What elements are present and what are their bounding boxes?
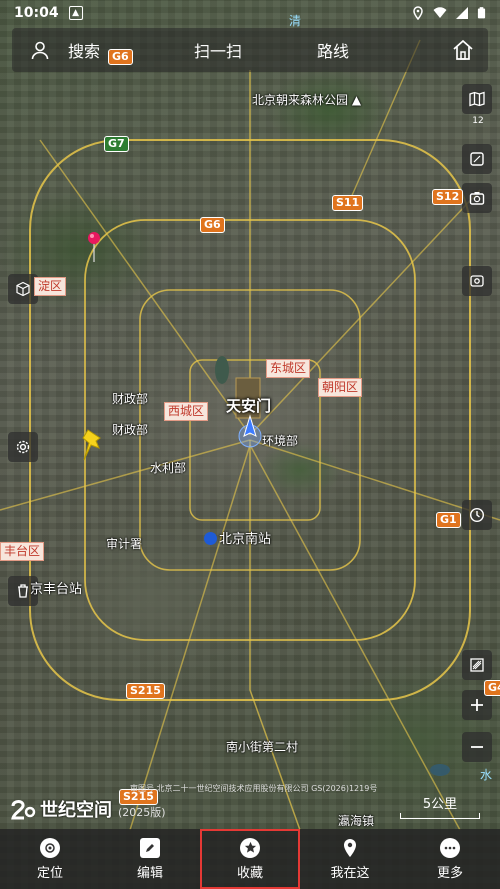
zoom-out-button[interactable] <box>462 732 492 762</box>
place-nanxiaojie[interactable]: 南小街第二村 <box>226 738 298 755</box>
highway-s11: S11 <box>332 195 364 211</box>
poi-finance-1[interactable]: 财政部 <box>112 390 148 407</box>
park-chaolai[interactable]: 北京朝来森林公园 ▲ <box>252 91 361 108</box>
nav-here-label: 我在这 <box>330 865 370 881</box>
scale-label: 5公里 <box>422 797 458 812</box>
label-qing: 清 <box>289 14 302 28</box>
district-dongcheng[interactable]: 东城区 <box>266 359 311 378</box>
location-icon <box>413 6 423 20</box>
brand-version: (2025版) <box>118 806 166 819</box>
history-button[interactable] <box>462 500 492 530</box>
status-time: 10:04 <box>14 5 59 21</box>
clock-icon <box>469 507 485 523</box>
highway-s215-a: S215 <box>126 683 165 699</box>
nav-more-label: 更多 <box>436 865 463 881</box>
highway-s12: S12 <box>432 189 464 205</box>
station-beijing-south[interactable]: 北京南站 <box>204 528 271 547</box>
minus-icon <box>471 746 483 748</box>
district-chaoyang[interactable]: 朝阳区 <box>318 378 363 397</box>
pin-icon <box>340 838 360 858</box>
ruler-icon <box>470 658 484 672</box>
scan-button[interactable]: 扫一扫 <box>158 28 278 72</box>
highway-g1: G1 <box>436 512 461 528</box>
bottom-nav: 定位 编辑 收藏 我在这 更多 <box>0 829 500 889</box>
red-marker-pin[interactable] <box>86 230 102 262</box>
copyright-notice: 审图号 北京二十一世纪空间技术应用股份有限公司 GS(2026)1219号 <box>130 784 378 793</box>
district-fengtai[interactable]: 丰台区 <box>0 542 45 561</box>
nav-edit[interactable]: 编辑 <box>100 829 200 889</box>
scale-bar: 5公里 <box>400 793 480 819</box>
scale-line <box>400 813 480 819</box>
settings-button[interactable] <box>8 432 38 462</box>
user-button[interactable] <box>12 28 68 72</box>
screenshot-button[interactable] <box>462 183 492 213</box>
highway-g6: G6 <box>200 217 225 233</box>
district-xicheng[interactable]: 西城区 <box>164 402 209 421</box>
locate-icon <box>40 837 60 858</box>
edit-icon <box>140 837 160 858</box>
park-label: 北京朝来森林公园 <box>252 93 349 107</box>
tilt-button[interactable] <box>462 144 492 174</box>
rail-station-icon <box>204 532 217 545</box>
route-label: 路线 <box>316 42 349 61</box>
zoom-level: 12 <box>472 116 484 126</box>
poi-finance-2[interactable]: 财政部 <box>112 421 148 438</box>
highway-g7: G7 <box>104 136 129 152</box>
star-icon <box>240 837 260 858</box>
highway-g45: G45 <box>484 680 500 696</box>
place-haihai[interactable]: 瀛海镇 <box>338 812 374 829</box>
trash-icon <box>18 584 28 598</box>
status-indicators <box>411 6 486 20</box>
status-bar: 10:04 ▲ <box>0 0 500 26</box>
square-frame-icon <box>470 152 484 166</box>
more-icon <box>440 837 460 858</box>
cube-icon <box>16 281 30 297</box>
search-label: 搜索 <box>68 42 101 61</box>
nav-favorites[interactable]: 收藏 <box>200 829 300 889</box>
nav-edit-label: 编辑 <box>136 865 163 881</box>
plus-icon <box>471 699 483 711</box>
brand-logo: 世纪空间 (2025版) <box>10 796 166 822</box>
map-layers-button[interactable] <box>462 84 492 114</box>
brand-mark-icon <box>11 800 36 820</box>
gear-icon <box>16 440 30 454</box>
home-button[interactable] <box>388 28 484 72</box>
nav-more[interactable]: 更多 <box>400 829 500 889</box>
poi-water[interactable]: 水利部 <box>150 459 186 476</box>
route-button[interactable]: 路线 <box>278 28 388 72</box>
nav-locate-label: 定位 <box>36 865 63 881</box>
poi-environment[interactable]: 环境部 <box>262 432 298 449</box>
station-fengtai[interactable]: 京丰台站 <box>30 578 82 597</box>
current-location-marker[interactable] <box>236 414 264 450</box>
brand-name: 世纪空间 <box>40 800 112 821</box>
rotate-map-button[interactable] <box>462 266 492 296</box>
rotate-icon <box>470 275 484 287</box>
battery-icon <box>477 7 486 19</box>
nav-favorites-label: 收藏 <box>236 865 263 881</box>
wifi-icon <box>433 7 447 18</box>
app-notification-icon: ▲ <box>68 6 83 20</box>
camera-icon <box>469 192 485 205</box>
poi-tiananmen[interactable]: 天安门 <box>226 395 271 416</box>
signal-icon <box>456 7 468 19</box>
measure-button[interactable] <box>462 650 492 680</box>
nav-here[interactable]: 我在这 <box>300 829 400 889</box>
station-label: 北京南站 <box>219 532 272 547</box>
nav-locate[interactable]: 定位 <box>0 829 100 889</box>
poi-audit[interactable]: 审计署 <box>106 535 142 552</box>
highway-g6-top: G6 <box>108 49 133 65</box>
scan-label: 扫一扫 <box>193 42 242 61</box>
pushpin-icon[interactable] <box>80 428 106 462</box>
label-shui: 水 <box>480 768 493 782</box>
home-icon <box>453 39 473 60</box>
user-icon <box>31 41 49 60</box>
district-haidian[interactable]: 淀区 <box>34 277 67 296</box>
station-fengtai-label: 京丰台站 <box>30 582 83 597</box>
top-toolbar: 搜索 扫一扫 路线 <box>12 28 488 72</box>
map-layers-icon <box>469 91 485 107</box>
